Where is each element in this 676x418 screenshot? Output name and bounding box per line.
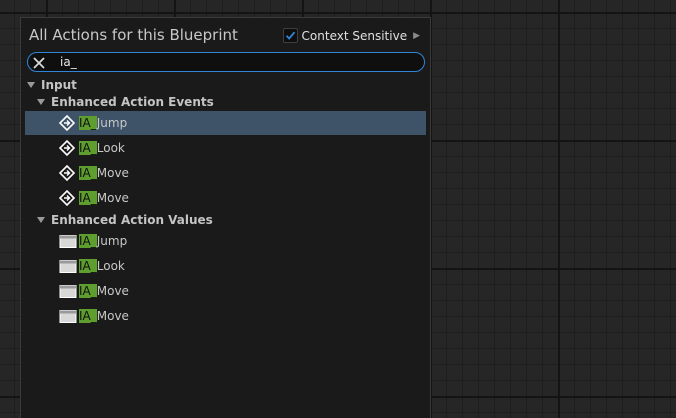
chevron-down-icon [27, 81, 35, 88]
list-item[interactable]: IA_ Move [25, 279, 426, 303]
value-box-icon [59, 235, 77, 248]
event-diamond-icon [59, 190, 76, 206]
category-label: Input [41, 77, 77, 92]
match-highlight: IA_ [79, 116, 97, 130]
list-item[interactable]: IA_ Move [25, 161, 426, 185]
item-name: Move [96, 309, 129, 323]
list-item[interactable]: IA_ Move [25, 186, 426, 210]
blueprint-actions-panel: All Actions for this Blueprint Context S… [20, 17, 431, 418]
category-label: Enhanced Action Values [51, 212, 213, 227]
category-label: Enhanced Action Events [51, 94, 214, 109]
match-highlight: IA_ [79, 259, 97, 273]
match-highlight: IA_ [79, 284, 97, 298]
list-item[interactable]: IA_ Jump [25, 229, 426, 253]
panel-body: All Actions for this Blueprint Context S… [25, 18, 426, 418]
match-highlight: IA_ [79, 141, 97, 155]
list-item[interactable]: IA_ Look [25, 136, 426, 160]
panel-header: All Actions for this Blueprint Context S… [25, 18, 426, 52]
context-sensitive-label: Context Sensitive [301, 28, 408, 43]
item-name: Look [96, 141, 125, 155]
category-enhanced-action-values[interactable]: Enhanced Action Values [25, 211, 426, 228]
item-name: Move [96, 166, 129, 180]
item-name: Jump [96, 116, 128, 130]
category-input[interactable]: Input [25, 76, 426, 93]
list-item[interactable]: IA_ Move [25, 304, 426, 328]
event-diamond-icon [59, 165, 76, 181]
item-name: Jump [96, 234, 128, 248]
match-highlight: IA_ [79, 166, 97, 180]
value-box-icon [59, 285, 77, 298]
list-item[interactable]: IA_ Jump [25, 111, 426, 135]
chevron-right-icon[interactable]: ▶ [413, 31, 420, 41]
match-highlight: IA_ [79, 309, 97, 323]
panel-title: All Actions for this Blueprint [29, 26, 238, 44]
item-name: Move [96, 284, 129, 298]
value-box-icon [59, 310, 77, 323]
event-diamond-icon [59, 140, 76, 156]
chevron-down-icon [37, 216, 45, 223]
item-name: Look [96, 259, 125, 273]
list-item[interactable]: IA_ Look [25, 254, 426, 278]
context-sensitive-checkbox[interactable] [282, 28, 298, 43]
search-box[interactable] [27, 52, 425, 72]
close-icon[interactable] [32, 55, 46, 69]
search-input[interactable] [60, 54, 400, 70]
match-highlight: IA_ [79, 191, 97, 205]
value-box-icon [59, 260, 77, 273]
context-sensitive-toggle[interactable]: Context Sensitive ▶ [282, 28, 420, 43]
item-name: Move [96, 191, 129, 205]
checkmark-icon [285, 31, 295, 40]
match-highlight: IA_ [79, 234, 97, 248]
chevron-down-icon [37, 98, 45, 105]
event-diamond-icon [59, 115, 76, 131]
category-enhanced-action-events[interactable]: Enhanced Action Events [25, 93, 426, 110]
